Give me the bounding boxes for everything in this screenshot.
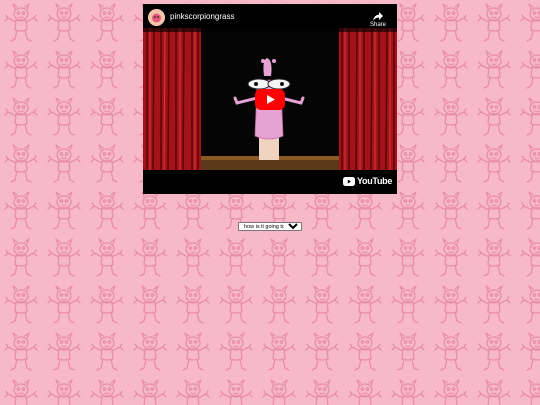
play-icon[interactable] — [255, 89, 285, 110]
mood-dropdown[interactable]: how is it going today? — [238, 222, 302, 231]
share-label: Share — [369, 22, 386, 28]
video-footer: YouTube — [143, 170, 397, 194]
left-curtain — [143, 28, 201, 171]
youtube-play-icon — [343, 177, 355, 186]
right-curtain — [339, 28, 397, 171]
share-button[interactable]: Share — [367, 9, 389, 31]
channel-avatar[interactable] — [148, 9, 165, 26]
share-icon — [373, 12, 383, 21]
youtube-logo[interactable]: YouTube — [343, 176, 393, 188]
embedded-video-player[interactable]: pinkscorpiongrass Share YouTube — [143, 4, 397, 194]
channel-name[interactable]: pinkscorpiongrass — [170, 12, 234, 21]
video-header: pinkscorpiongrass Share — [143, 4, 397, 32]
youtube-wordmark: YouTube — [357, 176, 393, 186]
